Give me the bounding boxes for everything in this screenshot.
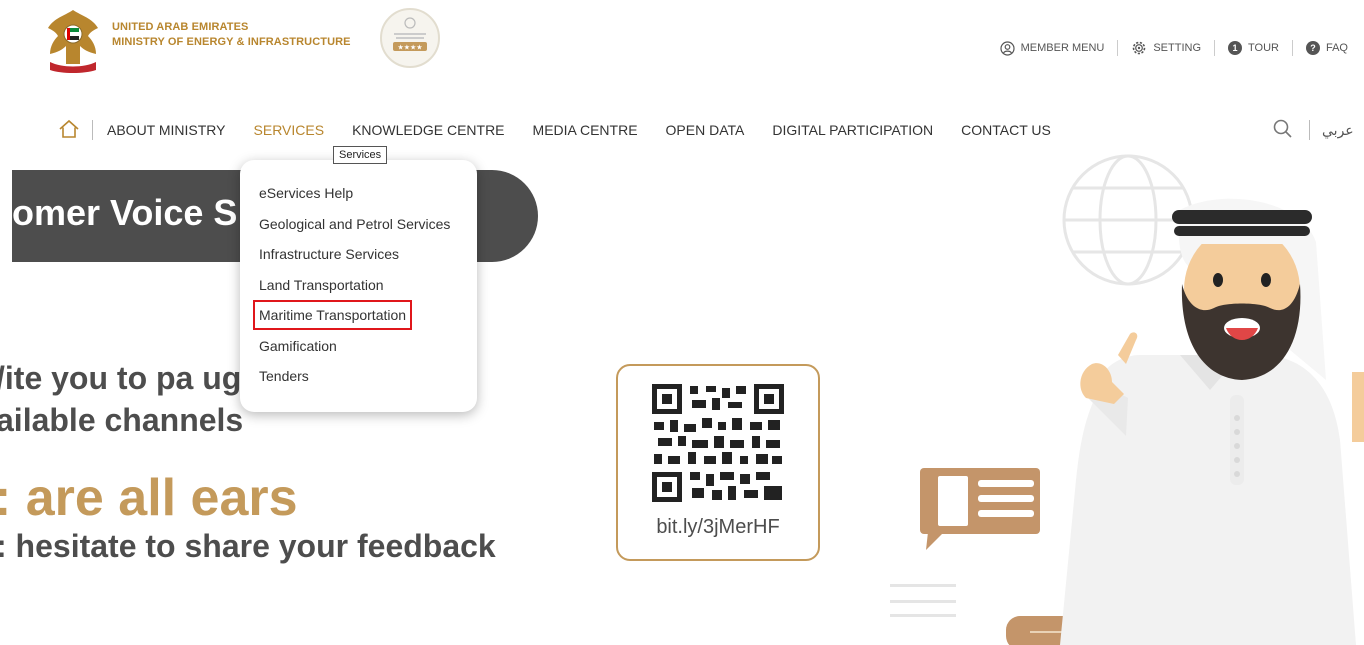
- home-icon[interactable]: [58, 119, 80, 139]
- search-icon[interactable]: [1272, 118, 1294, 140]
- hero-banner: omer Voice S /ite you to pa ugh all aila…: [0, 150, 1364, 645]
- menu-item-geological-petrol-services[interactable]: Geological and Petrol Services: [259, 215, 450, 246]
- faq-label: FAQ: [1325, 42, 1348, 54]
- feedback-text: : hesitate to share your feedback: [0, 528, 496, 564]
- divider: [1117, 40, 1119, 56]
- invite-text-line-2: ailable channels: [0, 402, 244, 438]
- site-header: UNITED ARAB EMIRATES MINISTRY OF ENERGY …: [0, 0, 1364, 95]
- question-icon: ?: [1305, 41, 1320, 55]
- nav-items: ABOUT MINISTRY SERVICES KNOWLEDGE CENTRE…: [107, 122, 1051, 138]
- tour-label: TOUR: [1248, 42, 1279, 54]
- divider: [1309, 120, 1310, 140]
- main-navigation: ABOUT MINISTRY SERVICES KNOWLEDGE CENTRE…: [0, 112, 1364, 148]
- nav-item-knowledge-centre[interactable]: KNOWLEDGE CENTRE: [352, 122, 504, 138]
- nav-item-digital-participation[interactable]: DIGITAL PARTICIPATION: [772, 122, 933, 138]
- all-ears-headline: : are all ears: [0, 469, 298, 527]
- member-menu-link[interactable]: MEMBER MENU: [1000, 40, 1105, 56]
- uae-emblem-logo[interactable]: [44, 6, 102, 76]
- dropdown-list: eServices Help Geological and Petrol Ser…: [253, 184, 450, 398]
- menu-item-gamification[interactable]: Gamification: [259, 337, 450, 368]
- language-switch[interactable]: عربي: [1322, 122, 1354, 139]
- customer-voice-title: omer Voice S: [12, 192, 238, 233]
- five-star-rating-badge: ★★★★: [380, 8, 440, 68]
- user-circle-icon: [1000, 40, 1015, 56]
- member-menu-label: MEMBER MENU: [1020, 42, 1105, 54]
- ministry-line-2: MINISTRY OF ENERGY & INFRASTRUCTURE: [112, 36, 351, 48]
- divider: [1291, 40, 1293, 56]
- divider: [92, 120, 93, 140]
- menu-item-maritime-transportation[interactable]: Maritime Transportation: [253, 300, 413, 330]
- nav-item-media-centre[interactable]: MEDIA CENTRE: [533, 122, 638, 138]
- setting-label: SETTING: [1153, 42, 1202, 54]
- number-one-icon: 1: [1228, 41, 1243, 55]
- gear-icon: [1133, 41, 1146, 55]
- top-links: MEMBER MENU SETTING 1 TOUR ? FAQ: [1000, 40, 1348, 56]
- faq-link[interactable]: ? FAQ: [1305, 41, 1348, 55]
- qr-code-card[interactable]: bit.ly/3jMerHF: [616, 364, 820, 561]
- emirati-character-illustration: [890, 154, 1364, 645]
- services-tooltip: Services: [333, 146, 388, 164]
- nav-item-contact-us[interactable]: CONTACT US: [961, 122, 1051, 138]
- nav-item-open-data[interactable]: OPEN DATA: [666, 122, 745, 138]
- ministry-line-1: UNITED ARAB EMIRATES: [112, 21, 249, 33]
- qr-code-icon: [652, 384, 784, 502]
- tour-link[interactable]: 1 TOUR: [1228, 41, 1279, 55]
- menu-item-infrastructure-services[interactable]: Infrastructure Services: [259, 245, 450, 276]
- nav-item-about-ministry[interactable]: ABOUT MINISTRY: [107, 122, 226, 138]
- menu-item-tenders[interactable]: Tenders: [259, 367, 450, 398]
- menu-item-eservices-help[interactable]: eServices Help: [259, 184, 450, 215]
- services-dropdown-menu: eServices Help Geological and Petrol Ser…: [240, 160, 477, 412]
- setting-link[interactable]: SETTING: [1131, 40, 1201, 56]
- nav-item-services[interactable]: SERVICES: [254, 122, 325, 138]
- qr-url-text: bit.ly/3jMerHF: [656, 516, 780, 538]
- divider: [1214, 40, 1216, 56]
- svg-text:★★★★: ★★★★: [397, 44, 422, 52]
- ministry-name: UNITED ARAB EMIRATES MINISTRY OF ENERGY …: [112, 20, 351, 50]
